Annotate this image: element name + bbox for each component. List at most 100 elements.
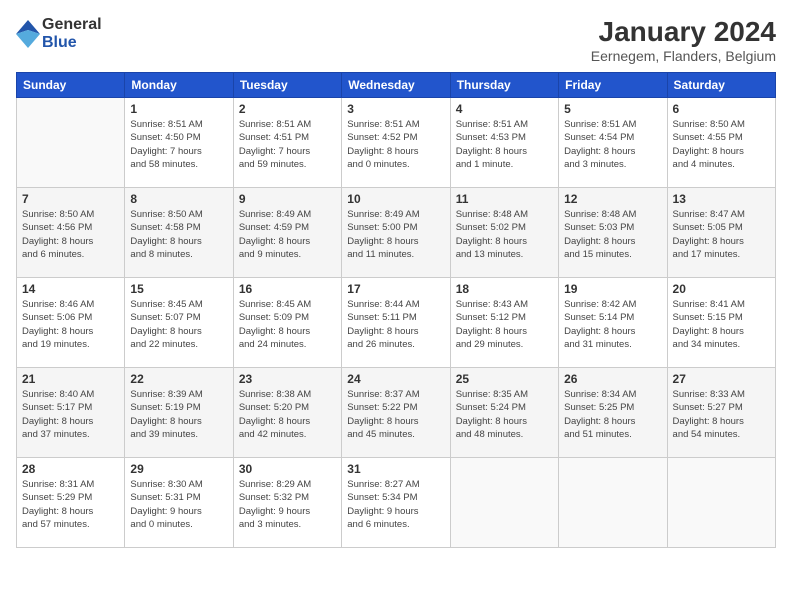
col-monday: Monday (125, 73, 233, 98)
day-info: Sunrise: 8:49 AM Sunset: 5:00 PM Dayligh… (347, 208, 444, 261)
calendar-week-row: 7Sunrise: 8:50 AM Sunset: 4:56 PM Daylig… (17, 188, 776, 278)
table-row (450, 458, 558, 548)
calendar-header-row: Sunday Monday Tuesday Wednesday Thursday… (17, 73, 776, 98)
day-info: Sunrise: 8:29 AM Sunset: 5:32 PM Dayligh… (239, 478, 336, 531)
calendar-week-row: 28 Sunrise: 8:31 AM Sunset: 5:29 PM Dayli… (17, 458, 776, 548)
day-number: 15 (130, 282, 227, 296)
logo-icon (16, 20, 40, 48)
day-number: 14 (22, 282, 119, 296)
col-sunday: Sunday (17, 73, 125, 98)
day-info: Sunrise: 8:45 AM Sunset: 5:07 PM Dayligh… (130, 298, 227, 351)
day-number: 10 (347, 192, 444, 206)
day-number: 8 (130, 192, 227, 206)
day-info: Sunrise: 8:51 AM Sunset: 4:51 PM Dayligh… (239, 118, 336, 171)
table-row: 4 Sunrise: 8:51 AM Sunset: 4:53 PM Daylig… (450, 98, 558, 188)
table-row: 20Sunrise: 8:41 AM Sunset: 5:15 PM Dayli… (667, 278, 775, 368)
table-row: 29Sunrise: 8:30 AM Sunset: 5:31 PM Dayli… (125, 458, 233, 548)
day-number: 19 (564, 282, 661, 296)
calendar-week-row: 21 Sunrise: 8:40 AM Sunset: 5:17 PM Dayli… (17, 368, 776, 458)
day-info: Sunrise: 8:27 AM Sunset: 5:34 PM Dayligh… (347, 478, 444, 531)
day-number: 29 (130, 462, 227, 476)
title-block: January 2024 Eernegem, Flanders, Belgium (591, 16, 776, 64)
col-saturday: Saturday (667, 73, 775, 98)
day-number: 11 (456, 192, 553, 206)
logo-blue: Blue (42, 34, 102, 52)
table-row: 18 Sunrise: 8:43 AM Sunset: 5:12 PM Dayli… (450, 278, 558, 368)
day-info: Sunrise: 8:35 AM Sunset: 5:24 PM Dayligh… (456, 388, 553, 441)
header: General Blue January 2024 Eernegem, Flan… (16, 16, 776, 64)
table-row: 6Sunrise: 8:50 AM Sunset: 4:55 PM Daylig… (667, 98, 775, 188)
day-info: Sunrise: 8:51 AM Sunset: 4:50 PM Dayligh… (130, 118, 227, 171)
day-number: 12 (564, 192, 661, 206)
table-row: 27 Sunrise: 8:33 AM Sunset: 5:27 PM Dayli… (667, 368, 775, 458)
day-info: Sunrise: 8:33 AM Sunset: 5:27 PM Dayligh… (673, 388, 770, 441)
table-row: 23Sunrise: 8:38 AM Sunset: 5:20 PM Dayli… (233, 368, 341, 458)
table-row: 5 Sunrise: 8:51 AM Sunset: 4:54 PM Daylig… (559, 98, 667, 188)
day-number: 3 (347, 102, 444, 116)
logo-text: General Blue (42, 16, 102, 51)
day-info: Sunrise: 8:42 AM Sunset: 5:14 PM Dayligh… (564, 298, 661, 351)
day-number: 18 (456, 282, 553, 296)
day-number: 28 (22, 462, 119, 476)
day-info: Sunrise: 8:43 AM Sunset: 5:12 PM Dayligh… (456, 298, 553, 351)
table-row: 17Sunrise: 8:44 AM Sunset: 5:11 PM Dayli… (342, 278, 450, 368)
day-number: 9 (239, 192, 336, 206)
table-row (17, 98, 125, 188)
day-info: Sunrise: 8:46 AM Sunset: 5:06 PM Dayligh… (22, 298, 119, 351)
day-info: Sunrise: 8:51 AM Sunset: 4:53 PM Dayligh… (456, 118, 553, 171)
calendar-week-row: 14 Sunrise: 8:46 AM Sunset: 5:06 PM Dayli… (17, 278, 776, 368)
col-wednesday: Wednesday (342, 73, 450, 98)
day-info: Sunrise: 8:51 AM Sunset: 4:54 PM Dayligh… (564, 118, 661, 171)
day-info: Sunrise: 8:39 AM Sunset: 5:19 PM Dayligh… (130, 388, 227, 441)
table-row: 3 Sunrise: 8:51 AM Sunset: 4:52 PM Daylig… (342, 98, 450, 188)
day-number: 26 (564, 372, 661, 386)
day-number: 27 (673, 372, 770, 386)
day-number: 21 (22, 372, 119, 386)
table-row: 8 Sunrise: 8:50 AM Sunset: 4:58 PM Daylig… (125, 188, 233, 278)
day-info: Sunrise: 8:50 AM Sunset: 4:56 PM Dayligh… (22, 208, 119, 261)
day-number: 5 (564, 102, 661, 116)
table-row (667, 458, 775, 548)
calendar: Sunday Monday Tuesday Wednesday Thursday… (16, 72, 776, 548)
page: General Blue January 2024 Eernegem, Flan… (0, 0, 792, 612)
day-number: 31 (347, 462, 444, 476)
table-row: 12 Sunrise: 8:48 AM Sunset: 5:03 PM Dayli… (559, 188, 667, 278)
day-number: 1 (130, 102, 227, 116)
day-info: Sunrise: 8:45 AM Sunset: 5:09 PM Dayligh… (239, 298, 336, 351)
day-number: 24 (347, 372, 444, 386)
table-row: 28 Sunrise: 8:31 AM Sunset: 5:29 PM Dayli… (17, 458, 125, 548)
day-info: Sunrise: 8:40 AM Sunset: 5:17 PM Dayligh… (22, 388, 119, 441)
day-number: 2 (239, 102, 336, 116)
day-number: 23 (239, 372, 336, 386)
table-row: 24 Sunrise: 8:37 AM Sunset: 5:22 PM Dayli… (342, 368, 450, 458)
logo: General Blue (16, 16, 102, 51)
day-number: 30 (239, 462, 336, 476)
logo-general: General (42, 16, 102, 34)
day-info: Sunrise: 8:31 AM Sunset: 5:29 PM Dayligh… (22, 478, 119, 531)
day-info: Sunrise: 8:50 AM Sunset: 4:58 PM Dayligh… (130, 208, 227, 261)
day-info: Sunrise: 8:37 AM Sunset: 5:22 PM Dayligh… (347, 388, 444, 441)
table-row (559, 458, 667, 548)
day-info: Sunrise: 8:47 AM Sunset: 5:05 PM Dayligh… (673, 208, 770, 261)
day-number: 16 (239, 282, 336, 296)
day-number: 20 (673, 282, 770, 296)
table-row: 21 Sunrise: 8:40 AM Sunset: 5:17 PM Dayli… (17, 368, 125, 458)
day-info: Sunrise: 8:51 AM Sunset: 4:52 PM Dayligh… (347, 118, 444, 171)
col-tuesday: Tuesday (233, 73, 341, 98)
table-row: 30 Sunrise: 8:29 AM Sunset: 5:32 PM Dayli… (233, 458, 341, 548)
table-row: 7Sunrise: 8:50 AM Sunset: 4:56 PM Daylig… (17, 188, 125, 278)
day-number: 25 (456, 372, 553, 386)
day-info: Sunrise: 8:49 AM Sunset: 4:59 PM Dayligh… (239, 208, 336, 261)
subtitle: Eernegem, Flanders, Belgium (591, 48, 776, 64)
table-row: 31 Sunrise: 8:27 AM Sunset: 5:34 PM Dayli… (342, 458, 450, 548)
day-info: Sunrise: 8:34 AM Sunset: 5:25 PM Dayligh… (564, 388, 661, 441)
day-info: Sunrise: 8:48 AM Sunset: 5:03 PM Dayligh… (564, 208, 661, 261)
table-row: 1 Sunrise: 8:51 AM Sunset: 4:50 PM Daylig… (125, 98, 233, 188)
day-number: 22 (130, 372, 227, 386)
main-title: January 2024 (591, 16, 776, 48)
col-friday: Friday (559, 73, 667, 98)
day-number: 4 (456, 102, 553, 116)
day-number: 17 (347, 282, 444, 296)
table-row: 2 Sunrise: 8:51 AM Sunset: 4:51 PM Daylig… (233, 98, 341, 188)
table-row: 14 Sunrise: 8:46 AM Sunset: 5:06 PM Dayli… (17, 278, 125, 368)
